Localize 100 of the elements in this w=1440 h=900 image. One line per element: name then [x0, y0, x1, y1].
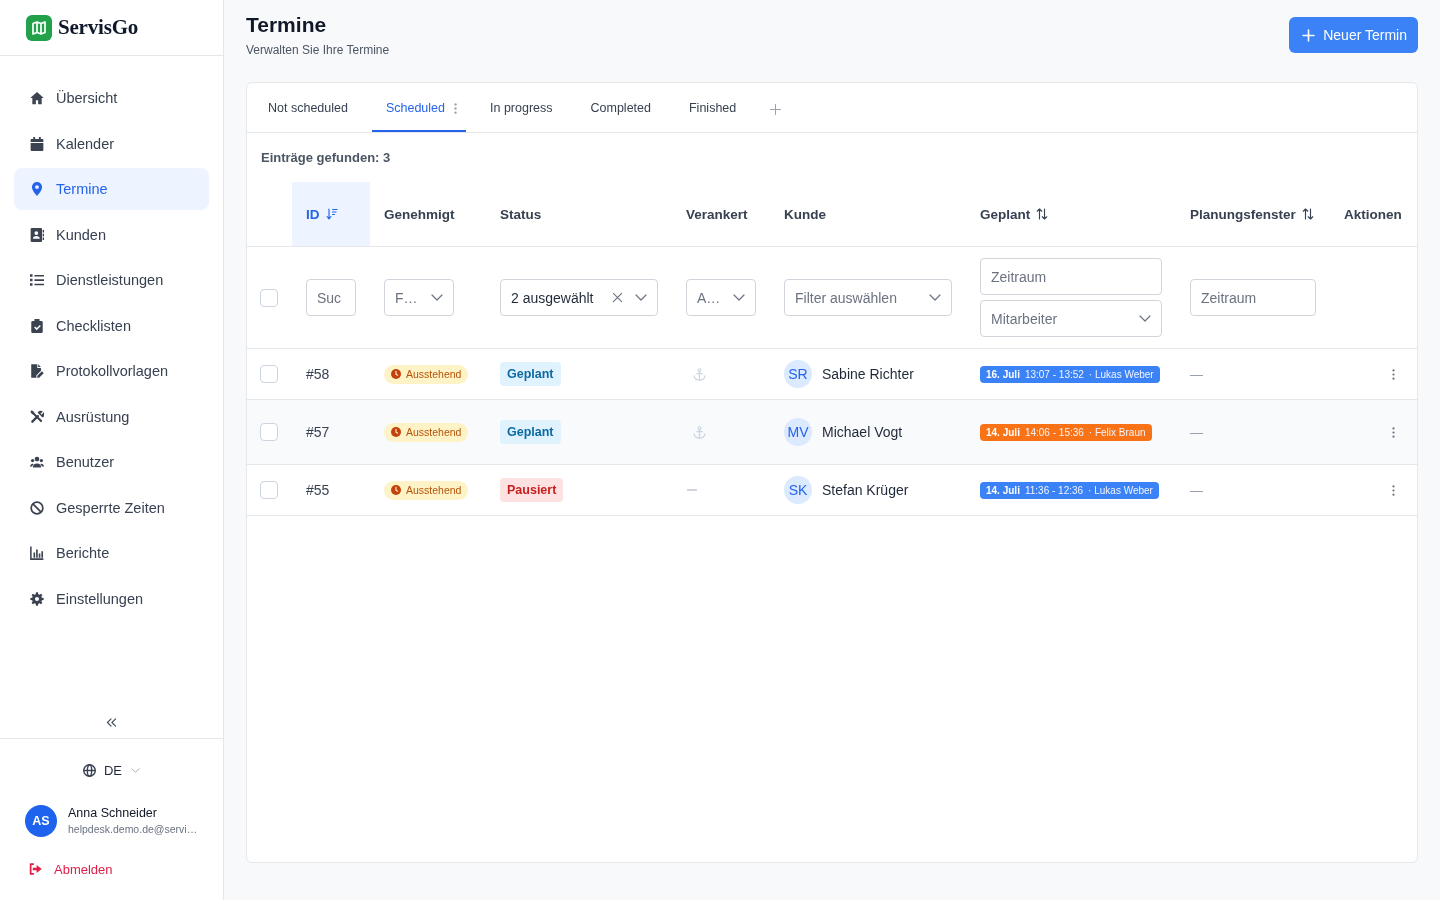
row-actions-button[interactable] — [1390, 424, 1397, 440]
customer-avatar: MV — [784, 418, 812, 446]
nav-item[interactable]: Kalender — [14, 122, 209, 165]
filter-dropdown[interactable]: Filter auswählen — [784, 279, 952, 316]
nav-item[interactable]: Dienstleistungen — [14, 259, 209, 301]
row-checkbox[interactable] — [260, 423, 278, 441]
schedule-date: 14. Juli — [986, 426, 1020, 438]
column-header: Geplant — [980, 206, 1031, 222]
customer-name: Sabine Richter — [822, 366, 914, 382]
schedule-time: 13:07 - 13:52 — [1024, 368, 1084, 380]
schedule-employee: · Lukas Weber — [1088, 484, 1153, 496]
collapse-sidebar-button[interactable] — [106, 717, 117, 727]
new-appointment-button[interactable]: Neuer Termin — [1289, 17, 1418, 53]
column-header: Status — [500, 206, 542, 222]
customer-name: Stefan Krüger — [822, 482, 909, 498]
clock-icon — [391, 427, 401, 437]
filter-dropdown[interactable]: 2 ausgewählt — [500, 279, 658, 316]
customer-avatar: SR — [784, 360, 812, 388]
double-chevron-left-icon — [106, 717, 117, 727]
planning-window-text: — — [1190, 424, 1203, 440]
plus-icon — [770, 103, 782, 115]
filter-field[interactable]: Zeitraum — [1190, 279, 1316, 316]
page-subtitle: Verwalten Sie Ihre Termine — [246, 42, 390, 58]
approval-status: Ausstehend — [406, 426, 462, 438]
filter-dropdown[interactable]: A… — [686, 279, 756, 316]
chevron-down-icon — [635, 294, 647, 301]
schedule-employee: · Felix Braun — [1088, 426, 1146, 438]
tab[interactable]: Scheduled — [371, 83, 466, 132]
column-header: Genehmigt — [384, 206, 455, 222]
tab[interactable]: Finished — [675, 83, 751, 132]
map-logo-icon — [26, 14, 52, 41]
user-avatar: AS — [25, 805, 57, 837]
clipboard-check-icon — [30, 318, 44, 333]
tab[interactable]: Not scheduled — [254, 83, 362, 132]
column-header: Planungsfenster — [1190, 206, 1296, 222]
appointment-id: #55 — [306, 482, 330, 498]
chevron-down-icon — [131, 767, 141, 773]
clock-icon — [391, 485, 401, 495]
logout-button[interactable]: Abmelden — [0, 859, 113, 879]
status-tag: Geplant — [500, 362, 561, 386]
user-email: helpdesk.demo.de@servi… — [68, 823, 198, 836]
column-header: Verankert — [686, 206, 748, 222]
brand-name: ServisGo — [58, 15, 139, 40]
row-checkbox[interactable] — [260, 365, 278, 383]
column-header: ID — [306, 206, 320, 222]
column-header: Kunde — [784, 206, 826, 222]
nav-item[interactable]: Übersicht — [14, 77, 209, 119]
filter-dropdown[interactable]: Mitarbeiter — [980, 300, 1162, 337]
planning-window-text: — — [1190, 482, 1203, 498]
filter-dropdown[interactable]: F… — [384, 279, 454, 316]
more-vertical-icon — [1392, 426, 1395, 438]
chevron-down-icon — [431, 294, 443, 301]
globe-icon — [82, 763, 96, 777]
schedule-time: 14:06 - 15:36 — [1024, 426, 1084, 438]
schedule-date: 14. Juli — [986, 484, 1020, 496]
crossed-tools-icon — [30, 409, 44, 424]
chevron-down-icon — [1139, 315, 1151, 322]
schedule-date: 16. Juli — [986, 368, 1020, 380]
nav-item[interactable]: Kunden — [14, 213, 209, 256]
nav-item[interactable]: Termine — [14, 168, 209, 210]
row-actions-button[interactable] — [1390, 366, 1397, 382]
filter-field[interactable]: Zeitraum — [980, 258, 1162, 295]
bar-chart-icon — [30, 546, 44, 560]
tab[interactable]: Completed — [576, 83, 665, 132]
nav-item[interactable]: Benutzer — [14, 441, 209, 483]
row-checkbox[interactable] — [260, 481, 278, 499]
result-count: Einträge gefunden: 3 — [260, 149, 392, 167]
clock-icon — [391, 369, 401, 379]
customer-avatar: SK — [784, 476, 812, 504]
list-icon — [30, 273, 44, 287]
calendar-icon — [30, 136, 44, 151]
status-tag: Pausiert — [500, 478, 564, 502]
status-tag: Geplant — [500, 420, 561, 444]
tab[interactable]: In progress — [476, 83, 567, 132]
select-all-checkbox[interactable] — [260, 288, 278, 307]
chevron-down-icon — [929, 294, 941, 301]
schedule-time: 11:36 - 12:36 — [1024, 484, 1084, 496]
home-icon — [30, 91, 44, 105]
approval-status: Ausstehend — [406, 368, 462, 380]
gear-icon — [30, 591, 44, 606]
nav-item[interactable]: Protokollvorlagen — [14, 350, 209, 392]
user-name: Anna Schneider — [68, 806, 158, 821]
schedule-employee: · Lukas Weber — [1088, 368, 1154, 380]
nav-item[interactable]: Einstellungen — [14, 577, 209, 620]
logout-icon — [29, 863, 42, 875]
more-vertical-icon — [454, 102, 457, 114]
more-vertical-icon — [1392, 484, 1395, 496]
more-vertical-icon — [1392, 368, 1395, 380]
nav-item[interactable]: Gesperrte Zeiten — [14, 486, 209, 529]
document-pen-icon — [30, 364, 44, 378]
customer-name: Michael Vogt — [822, 424, 903, 440]
language-selector[interactable]: DE — [82, 758, 141, 782]
nav-item[interactable]: Checklisten — [14, 304, 209, 347]
map-pin-icon — [30, 182, 44, 196]
appointment-id: #58 — [306, 366, 330, 382]
ban-icon — [30, 500, 44, 515]
row-actions-button[interactable] — [1390, 482, 1397, 498]
nav-item[interactable]: Ausrüstung — [14, 395, 209, 438]
nav-item[interactable]: Berichte — [14, 532, 209, 574]
filter-field[interactable]: Suc — [306, 279, 356, 316]
